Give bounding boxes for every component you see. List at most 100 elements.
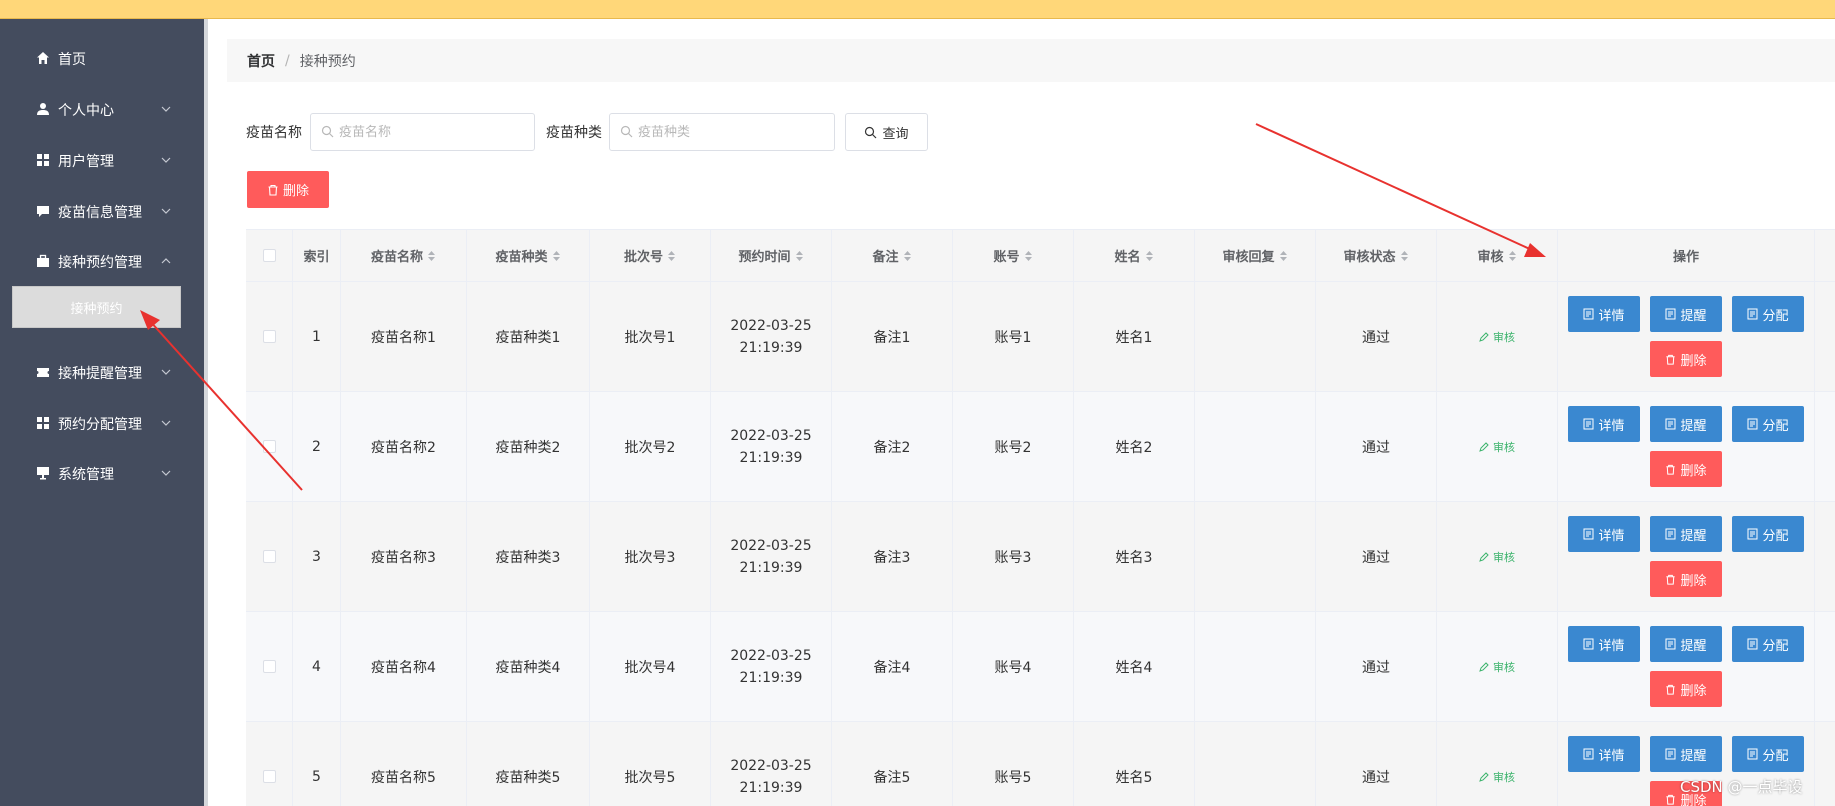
table-cell-audit: 审核 bbox=[1437, 282, 1558, 391]
table-cell-note: 备注4 bbox=[832, 612, 953, 721]
vaccine-type-input[interactable] bbox=[609, 113, 835, 151]
sort-icon[interactable] bbox=[552, 250, 561, 262]
cell-text: 姓名3 bbox=[1115, 549, 1153, 566]
table-cell-note: 备注2 bbox=[832, 392, 953, 501]
table-cell-vaccine-type: 疫苗种类1 bbox=[467, 282, 590, 391]
cell-text: 备注1 bbox=[873, 329, 911, 346]
cell-text: 备注3 bbox=[873, 549, 911, 566]
appointment-table: 索引 疫苗名称 疫苗种类 批次号 预约时间 备注 账号 姓名 审核回复 审核状态 审核 操作 1 疫苗名… bbox=[246, 229, 1835, 806]
sort-icon[interactable] bbox=[1400, 250, 1409, 262]
cell-text: 姓名2 bbox=[1115, 439, 1153, 456]
row-delete-button[interactable]: 删除 bbox=[1650, 341, 1722, 377]
row-delete-button[interactable]: 删除 bbox=[1650, 561, 1722, 597]
sidebar-item-appointment-management[interactable]: 接种预约管理 bbox=[0, 241, 204, 281]
breadcrumb-home[interactable]: 首页 bbox=[247, 51, 275, 71]
row-checkbox[interactable] bbox=[262, 330, 276, 343]
sidebar-subitem-appointment[interactable]: 接种预约 bbox=[12, 286, 181, 328]
table-cell-note: 备注5 bbox=[832, 722, 953, 806]
table-cell-batch: 批次号2 bbox=[590, 392, 711, 501]
row-checkbox[interactable] bbox=[262, 660, 276, 673]
row-checkbox[interactable] bbox=[262, 550, 276, 563]
row-checkbox[interactable] bbox=[262, 440, 276, 453]
table-header-name: 姓名 bbox=[1074, 230, 1195, 281]
vaccine-name-input[interactable] bbox=[310, 113, 535, 151]
assign-button[interactable]: 分配 bbox=[1732, 516, 1804, 552]
table-cell-batch: 批次号3 bbox=[590, 502, 711, 611]
sidebar-item-label: 接种提醒管理 bbox=[58, 366, 142, 382]
audit-link[interactable]: 审核 bbox=[1479, 329, 1515, 345]
table-cell-time: 2022-03-25 21:19:39 bbox=[711, 282, 832, 391]
table-header-label: 审核状态 bbox=[1343, 250, 1396, 265]
select-all-checkbox[interactable] bbox=[262, 249, 276, 262]
table-cell-status: 通过 bbox=[1316, 612, 1437, 721]
audit-link[interactable]: 审核 bbox=[1479, 549, 1515, 565]
remind-button[interactable]: 提醒 bbox=[1650, 406, 1722, 442]
sidebar-item-label: 疫苗信息管理 bbox=[58, 205, 142, 221]
sidebar-item-system-management[interactable]: 系统管理 bbox=[0, 453, 204, 493]
sort-icon[interactable] bbox=[795, 250, 804, 262]
top-header-bar bbox=[0, 0, 1835, 19]
cell-text: 批次号5 bbox=[624, 769, 676, 786]
detail-button[interactable]: 详情 bbox=[1568, 296, 1640, 332]
cell-text: 备注2 bbox=[873, 439, 911, 456]
breadcrumb-separator: / bbox=[285, 52, 290, 69]
sort-icon[interactable] bbox=[1279, 250, 1288, 262]
bulk-delete-button[interactable]: 删除 bbox=[247, 171, 329, 208]
table-header-label: 备注 bbox=[872, 250, 899, 265]
remind-button[interactable]: 提醒 bbox=[1650, 516, 1722, 552]
bulk-delete-label: 删除 bbox=[282, 184, 309, 199]
detail-button[interactable]: 详情 bbox=[1568, 516, 1640, 552]
cell-text: 账号2 bbox=[994, 439, 1032, 456]
detail-button[interactable]: 详情 bbox=[1568, 626, 1640, 662]
sort-icon[interactable] bbox=[427, 250, 436, 262]
detail-button[interactable]: 详情 bbox=[1568, 736, 1640, 772]
assign-button[interactable]: 分配 bbox=[1732, 626, 1804, 662]
sidebar-item-label: 预约分配管理 bbox=[58, 417, 142, 433]
cell-text: 5 bbox=[312, 768, 321, 785]
table-cell-vaccine-type: 疫苗种类5 bbox=[467, 722, 590, 806]
table-cell-vaccine-type: 疫苗种类3 bbox=[467, 502, 590, 611]
sidebar-item-personal-center[interactable]: 个人中心 bbox=[0, 89, 204, 129]
audit-link-label: 审核 bbox=[1493, 660, 1515, 674]
row-delete-button[interactable]: 删除 bbox=[1650, 671, 1722, 707]
table-header-time: 预约时间 bbox=[711, 230, 832, 281]
assign-button[interactable]: 分配 bbox=[1732, 406, 1804, 442]
sidebar-item-reminder-management[interactable]: 接种提醒管理 bbox=[0, 352, 204, 392]
row-delete-button[interactable]: 删除 bbox=[1650, 451, 1722, 487]
audit-link[interactable]: 审核 bbox=[1479, 659, 1515, 675]
remind-button[interactable]: 提醒 bbox=[1650, 296, 1722, 332]
cell-text: 通过 bbox=[1362, 439, 1390, 456]
audit-link[interactable]: 审核 bbox=[1479, 439, 1515, 455]
row-checkbox[interactable] bbox=[262, 770, 276, 783]
sort-icon[interactable] bbox=[1508, 250, 1517, 262]
sort-icon[interactable] bbox=[903, 250, 912, 262]
sidebar-item-allocation-management[interactable]: 预约分配管理 bbox=[0, 403, 204, 443]
table-cell-reply bbox=[1195, 722, 1316, 806]
trash-icon bbox=[1666, 574, 1676, 585]
sidebar-item-label: 接种预约管理 bbox=[58, 255, 142, 271]
edit-icon bbox=[1479, 661, 1489, 672]
remind-button[interactable]: 提醒 bbox=[1650, 626, 1722, 662]
sort-icon[interactable] bbox=[1024, 250, 1033, 262]
audit-link[interactable]: 审核 bbox=[1479, 769, 1515, 785]
sidebar-item-vaccine-info[interactable]: 疫苗信息管理 bbox=[0, 191, 204, 231]
sidebar-item-user-management[interactable]: 用户管理 bbox=[0, 140, 204, 180]
sort-icon[interactable] bbox=[667, 250, 676, 262]
action-button-group: 详情 提醒 分配 bbox=[1568, 626, 1804, 662]
assign-button-label: 分配 bbox=[1762, 528, 1789, 544]
table-header-label: 疫苗名称 bbox=[370, 250, 423, 265]
document-icon bbox=[1747, 308, 1758, 320]
detail-button[interactable]: 详情 bbox=[1568, 406, 1640, 442]
query-button[interactable]: 查询 bbox=[845, 113, 928, 151]
chevron-down-icon bbox=[161, 420, 171, 426]
document-icon bbox=[1665, 748, 1676, 760]
user-icon bbox=[37, 103, 49, 115]
table-header-label: 预约时间 bbox=[738, 250, 791, 265]
table-cell-name: 姓名4 bbox=[1074, 612, 1195, 721]
assign-button[interactable]: 分配 bbox=[1732, 736, 1804, 772]
sort-icon[interactable] bbox=[1145, 250, 1154, 262]
remind-button[interactable]: 提醒 bbox=[1650, 736, 1722, 772]
sidebar-item-home[interactable]: 首页 bbox=[0, 38, 204, 78]
assign-button[interactable]: 分配 bbox=[1732, 296, 1804, 332]
cell-text: 通过 bbox=[1362, 549, 1390, 566]
